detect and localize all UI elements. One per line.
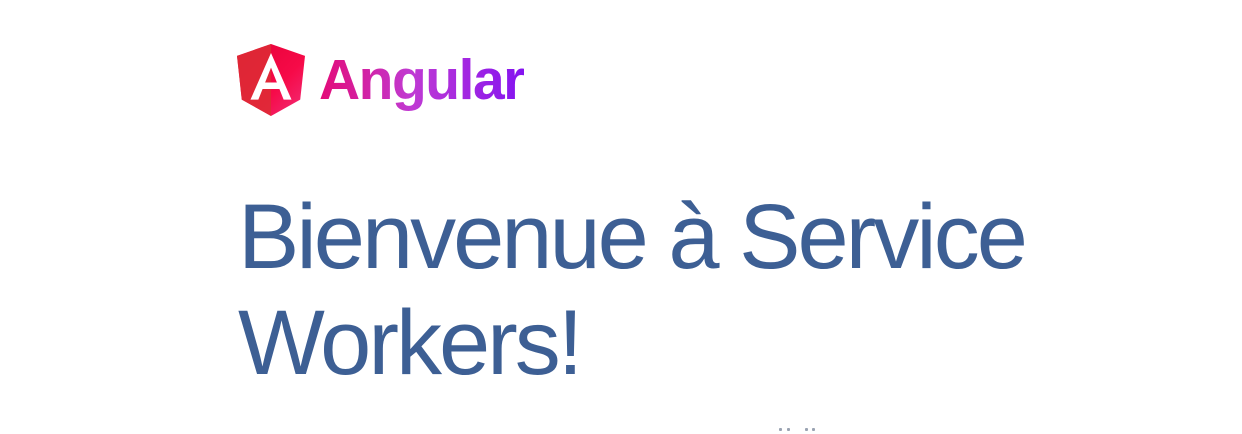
angular-logo-icon xyxy=(237,44,305,116)
brand-name: Angular xyxy=(319,44,525,116)
page-title-line-1: Bienvenue à Service xyxy=(238,186,1028,288)
clipped-content-hint xyxy=(775,428,819,434)
page: Angular Bienvenue à Service Workers! xyxy=(0,0,1242,434)
page-title: Bienvenue à Service Workers! xyxy=(238,184,1138,396)
brand-header: Angular xyxy=(237,44,525,116)
page-title-line-2: Workers! xyxy=(238,292,583,394)
